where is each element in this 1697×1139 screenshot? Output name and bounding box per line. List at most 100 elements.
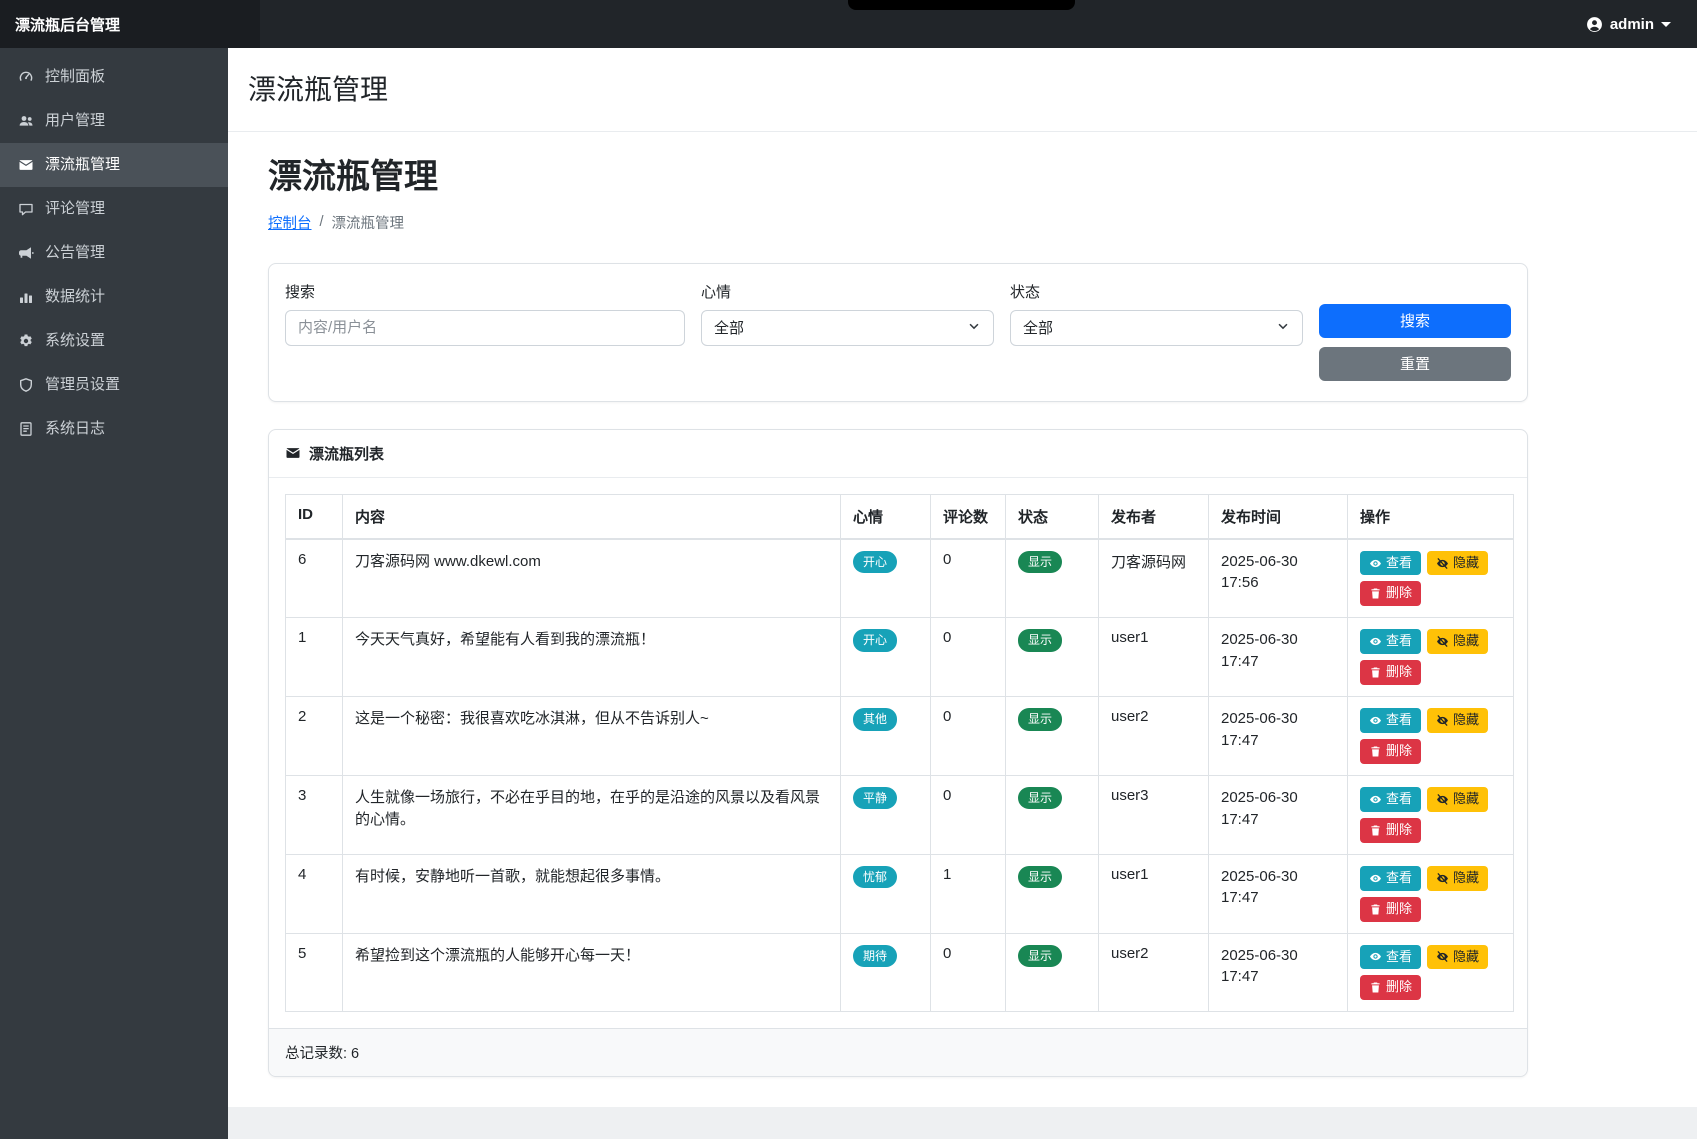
app-brand: 漂流瓶后台管理 — [0, 0, 260, 48]
delete-button[interactable]: 删除 — [1360, 660, 1421, 685]
sidebar-item-bottles[interactable]: 漂流瓶管理 — [0, 143, 228, 187]
cell-time: 2025-06-30 17:47 — [1209, 618, 1348, 697]
breadcrumb-home-link[interactable]: 控制台 — [268, 212, 312, 233]
table-header-row: ID 内容 心情 评论数 状态 发布者 发布时间 操作 — [286, 494, 1514, 539]
view-button[interactable]: 查看 — [1360, 629, 1421, 654]
publish-date: 2025-06-30 — [1221, 629, 1335, 651]
sidebar-item-statistics[interactable]: 数据统计 — [0, 275, 228, 319]
eye-slash-icon — [1436, 950, 1449, 963]
breadcrumb-current: 漂流瓶管理 — [332, 212, 405, 233]
col-header-id: ID — [286, 494, 343, 539]
cell-status: 显示 — [1006, 539, 1099, 618]
sidebar-item-comments[interactable]: 评论管理 — [0, 187, 228, 231]
publish-time: 17:47 — [1221, 730, 1335, 752]
col-header-status: 状态 — [1006, 494, 1099, 539]
sidebar-item-label: 控制面板 — [45, 67, 105, 87]
search-input[interactable] — [285, 310, 685, 346]
page-title: 漂流瓶管理 — [268, 157, 1657, 198]
trash-icon — [1369, 824, 1382, 837]
delete-button[interactable]: 删除 — [1360, 897, 1421, 922]
trash-icon — [1369, 903, 1382, 916]
mood-select[interactable]: 全部 — [701, 310, 994, 346]
cell-status: 显示 — [1006, 854, 1099, 933]
col-header-time: 发布时间 — [1209, 494, 1348, 539]
sidebar-item-admins[interactable]: 管理员设置 — [0, 363, 228, 407]
breadcrumb-separator: / — [320, 214, 324, 230]
status-select[interactable]: 全部 — [1010, 310, 1303, 346]
eye-slash-icon — [1436, 557, 1449, 570]
cell-actions: 查看 隐藏 删除 — [1348, 618, 1514, 697]
hide-button[interactable]: 隐藏 — [1427, 866, 1488, 891]
sidebar-item-announcements[interactable]: 公告管理 — [0, 231, 228, 275]
trash-icon — [1369, 745, 1382, 758]
cell-actions: 查看 隐藏 删除 — [1348, 697, 1514, 776]
cell-status: 显示 — [1006, 933, 1099, 1012]
bottle-table-body: 6 刀客源码网 www.dkewl.com 开心 0 显示 刀客源码网 2025… — [286, 539, 1514, 1012]
page-header-title: 漂流瓶管理 — [228, 48, 1697, 132]
sidebar-item-logs[interactable]: 系统日志 — [0, 407, 228, 451]
view-button[interactable]: 查看 — [1360, 708, 1421, 733]
sidebar-item-settings[interactable]: 系统设置 — [0, 319, 228, 363]
view-button[interactable]: 查看 — [1360, 551, 1421, 576]
view-button[interactable]: 查看 — [1360, 787, 1421, 812]
cell-id: 3 — [286, 775, 343, 854]
chevron-down-icon — [967, 319, 981, 337]
hide-button[interactable]: 隐藏 — [1427, 787, 1488, 812]
sidebar-item-label: 系统设置 — [45, 331, 105, 351]
cell-comments: 0 — [931, 618, 1006, 697]
mood-label: 心情 — [701, 281, 994, 302]
cell-actions: 查看 隐藏 删除 — [1348, 854, 1514, 933]
sidebar-item-label: 漂流瓶管理 — [45, 155, 120, 175]
col-header-comments: 评论数 — [931, 494, 1006, 539]
bottle-table: ID 内容 心情 评论数 状态 发布者 发布时间 操作 — [285, 494, 1514, 1013]
sidebar-item-label: 用户管理 — [45, 111, 105, 131]
cell-content: 有时候，安静地听一首歌，就能想起很多事情。 — [343, 854, 841, 933]
hide-button[interactable]: 隐藏 — [1427, 708, 1488, 733]
trash-icon — [1369, 666, 1382, 679]
sidebar: 控制面板 用户管理 漂流瓶管理 评论管理 公告管理 数据统计 系统设置 管理员 — [0, 48, 228, 1139]
sidebar-item-label: 数据统计 — [45, 287, 105, 307]
cell-mood: 平静 — [841, 775, 931, 854]
reset-button[interactable]: 重置 — [1319, 347, 1511, 381]
cell-comments: 1 — [931, 854, 1006, 933]
eye-slash-icon — [1436, 714, 1449, 727]
cell-content: 人生就像一场旅行，不必在乎目的地，在乎的是沿途的风景以及看风景的心情。 — [343, 775, 841, 854]
mood-badge: 其他 — [853, 708, 897, 730]
cell-actions: 查看 隐藏 删除 — [1348, 775, 1514, 854]
search-label: 搜索 — [285, 281, 685, 302]
sidebar-item-users[interactable]: 用户管理 — [0, 99, 228, 143]
cell-comments: 0 — [931, 775, 1006, 854]
hide-button[interactable]: 隐藏 — [1427, 551, 1488, 576]
hide-button[interactable]: 隐藏 — [1427, 629, 1488, 654]
hide-button[interactable]: 隐藏 — [1427, 945, 1488, 970]
cell-mood: 开心 — [841, 618, 931, 697]
delete-button[interactable]: 删除 — [1360, 975, 1421, 1000]
col-header-actions: 操作 — [1348, 494, 1514, 539]
cell-author: user1 — [1099, 854, 1209, 933]
bottle-list-card: 漂流瓶列表 ID 内容 心情 — [268, 429, 1528, 1078]
cell-id: 4 — [286, 854, 343, 933]
delete-button[interactable]: 删除 — [1360, 818, 1421, 843]
cell-author: user3 — [1099, 775, 1209, 854]
sidebar-item-dashboard[interactable]: 控制面板 — [0, 55, 228, 99]
bar-chart-icon — [17, 289, 34, 306]
publish-time: 17:47 — [1221, 809, 1335, 831]
cell-status: 显示 — [1006, 697, 1099, 776]
delete-button[interactable]: 删除 — [1360, 581, 1421, 606]
cell-actions: 查看 隐藏 删除 — [1348, 933, 1514, 1012]
table-row: 3 人生就像一场旅行，不必在乎目的地，在乎的是沿途的风景以及看风景的心情。 平静… — [286, 775, 1514, 854]
sidebar-item-label: 评论管理 — [45, 199, 105, 219]
breadcrumb: 控制台 / 漂流瓶管理 — [268, 212, 1657, 233]
view-button[interactable]: 查看 — [1360, 945, 1421, 970]
mood-badge: 开心 — [853, 551, 897, 573]
cell-mood: 开心 — [841, 539, 931, 618]
publish-date: 2025-06-30 — [1221, 866, 1335, 888]
col-header-content: 内容 — [343, 494, 841, 539]
cell-comments: 0 — [931, 539, 1006, 618]
search-button[interactable]: 搜索 — [1319, 304, 1511, 338]
delete-button[interactable]: 删除 — [1360, 739, 1421, 764]
log-icon — [17, 421, 34, 438]
col-header-author: 发布者 — [1099, 494, 1209, 539]
user-menu[interactable]: admin — [1586, 16, 1671, 33]
view-button[interactable]: 查看 — [1360, 866, 1421, 891]
